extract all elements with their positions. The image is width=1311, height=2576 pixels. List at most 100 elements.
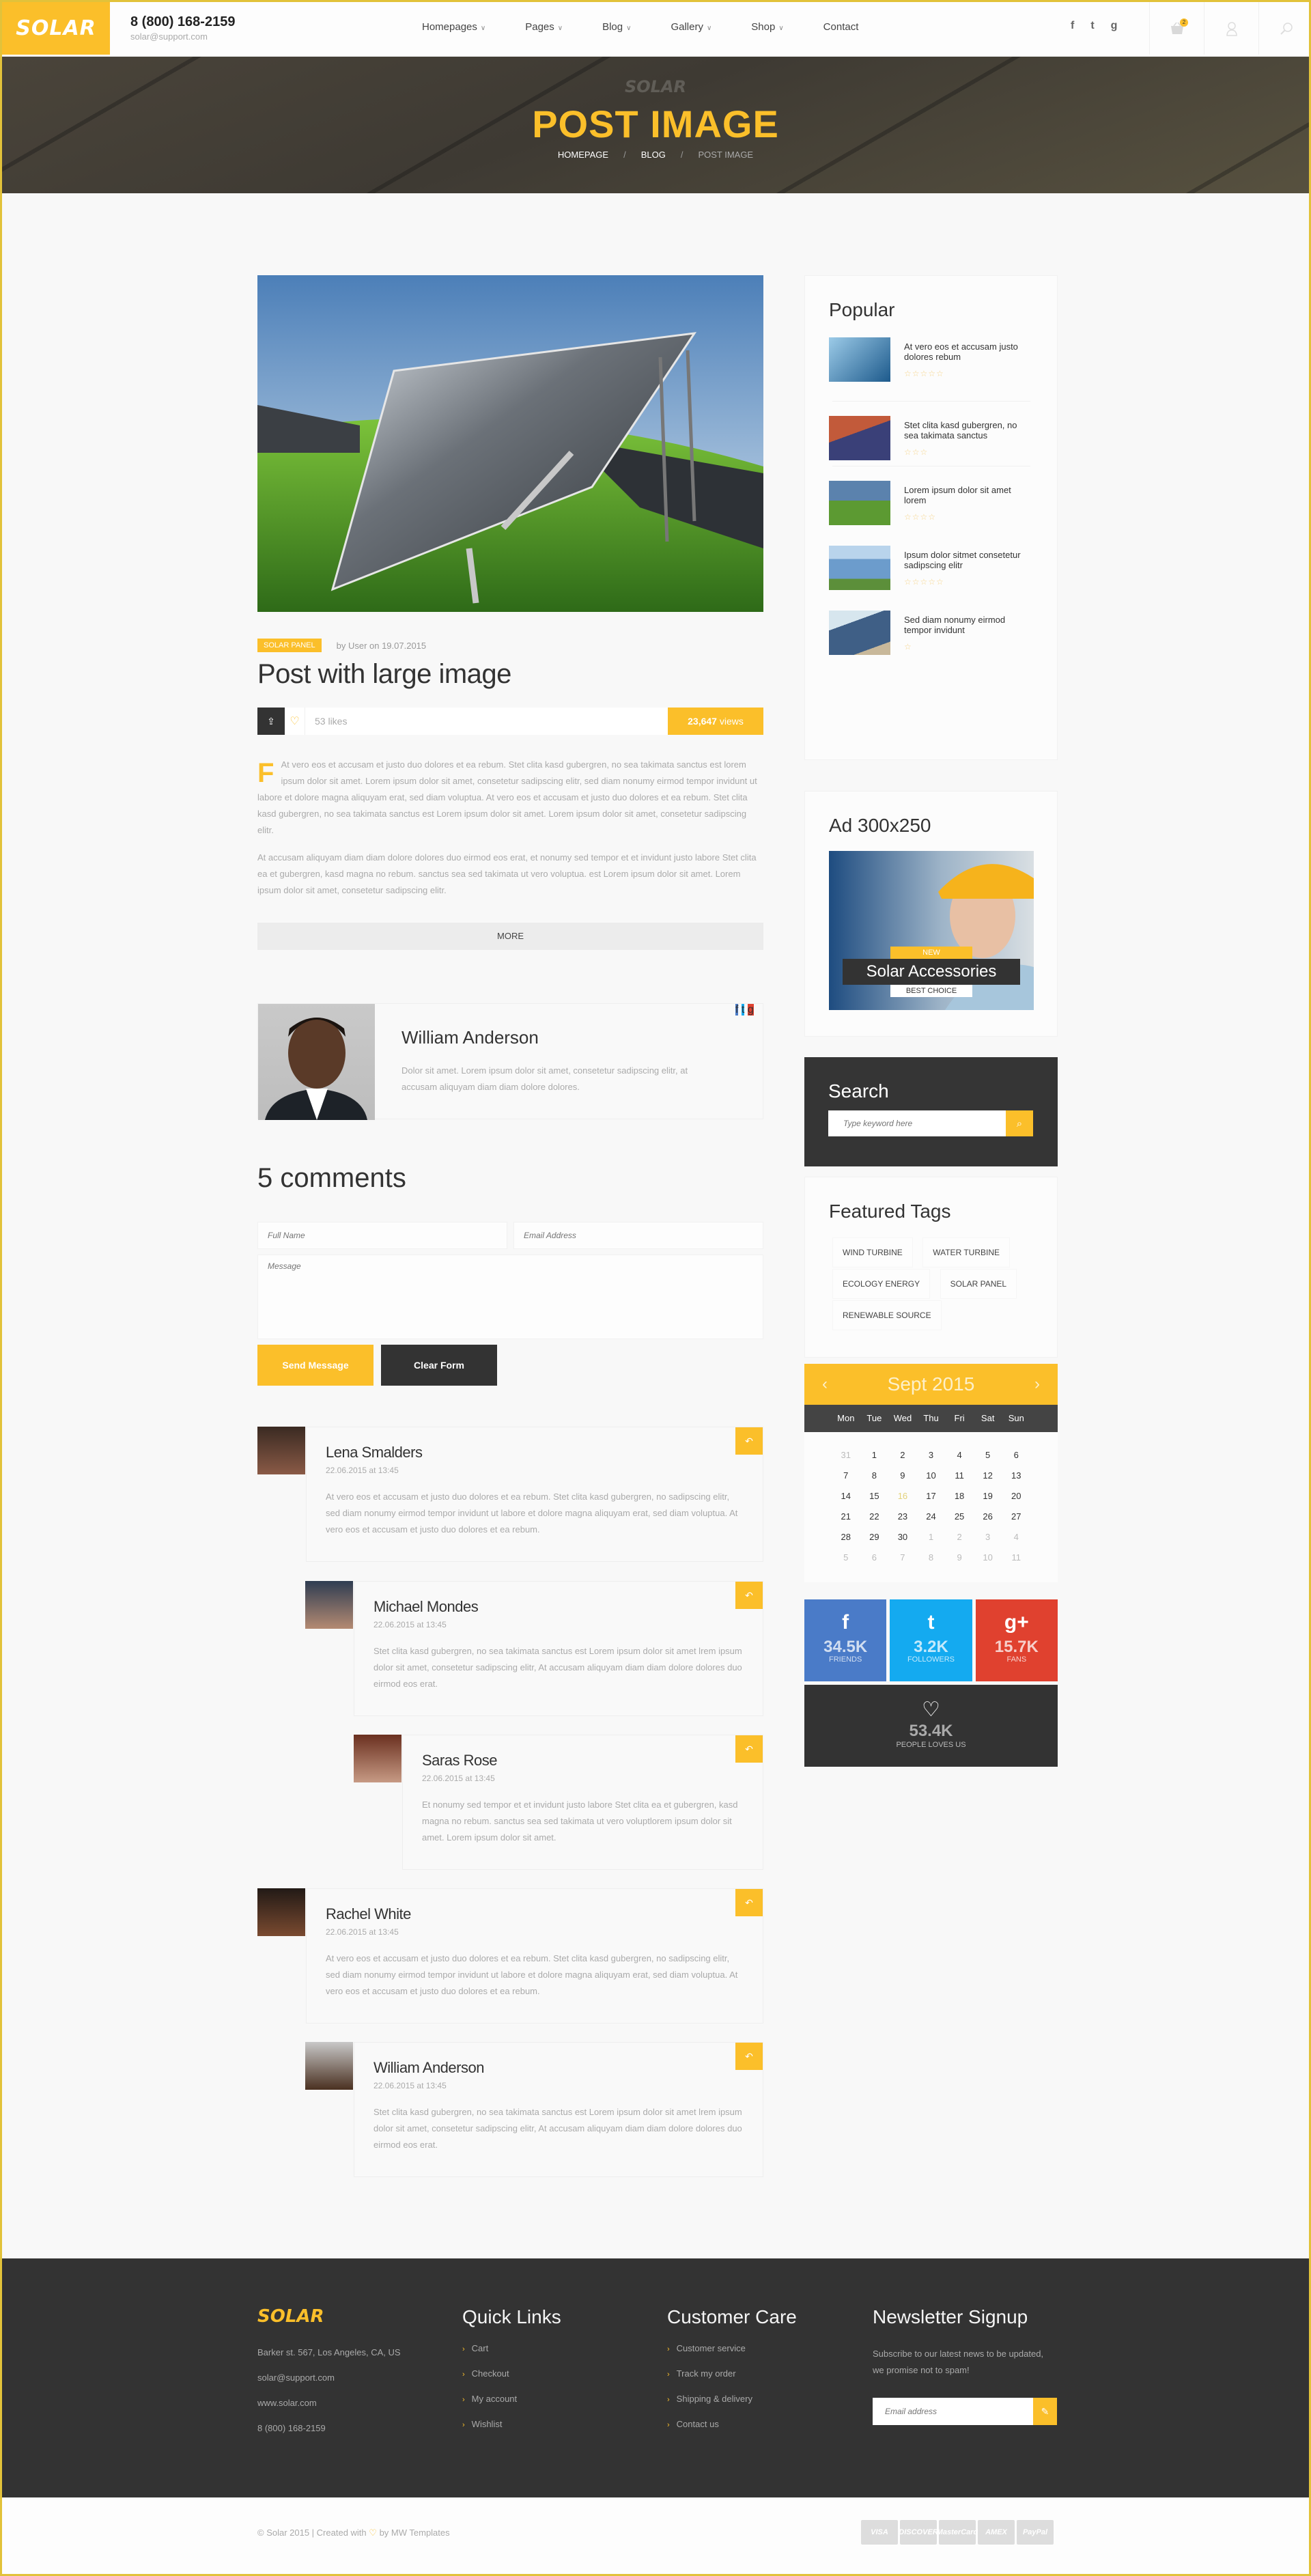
- calendar-day[interactable]: 22: [860, 1510, 889, 1524]
- calendar-day[interactable]: 2: [888, 1448, 917, 1462]
- popular-item[interactable]: Lorem ipsum dolor sit amet lorem ☆☆☆☆: [829, 481, 1034, 542]
- newsletter-email-input[interactable]: [873, 2398, 1033, 2425]
- nav-blog[interactable]: Blog ∨: [602, 21, 631, 33]
- calendar-day[interactable]: 27: [1002, 1510, 1030, 1524]
- facebook-icon[interactable]: f: [735, 1004, 739, 1016]
- sidebar-search-button[interactable]: ⌕: [1006, 1110, 1033, 1136]
- tag-wind-turbine[interactable]: WIND TURBINE: [832, 1237, 913, 1268]
- calendar-day[interactable]: 29: [860, 1530, 889, 1544]
- calendar-day[interactable]: 12: [974, 1469, 1002, 1483]
- calendar-day[interactable]: 17: [917, 1489, 946, 1503]
- reply-button[interactable]: ↶: [735, 1889, 763, 1916]
- tag-ecology-energy[interactable]: ECOLOGY ENERGY: [832, 1269, 931, 1299]
- full-name-input[interactable]: [257, 1222, 507, 1249]
- calendar-day[interactable]: 24: [917, 1510, 946, 1524]
- clear-form-button[interactable]: Clear Form: [381, 1345, 497, 1386]
- popular-item[interactable]: At vero eos et accusam justo dolores reb…: [829, 337, 1034, 399]
- calendar-day[interactable]: 14: [832, 1489, 860, 1503]
- calendar-day[interactable]: 31: [832, 1448, 860, 1462]
- calendar-day[interactable]: 28: [832, 1530, 860, 1544]
- more-button[interactable]: MORE: [257, 923, 763, 950]
- calendar-day[interactable]: 26: [974, 1510, 1002, 1524]
- ad-banner[interactable]: NEW Solar Accessories BEST CHOICE: [829, 851, 1034, 1010]
- footer-link[interactable]: › Checkout: [462, 2368, 561, 2379]
- calendar-day[interactable]: 5: [832, 1551, 860, 1565]
- calendar-day[interactable]: 11: [945, 1469, 974, 1483]
- message-textarea[interactable]: [257, 1255, 763, 1339]
- footer-email[interactable]: solar@support.com: [257, 2372, 401, 2383]
- calendar-day[interactable]: 10: [974, 1551, 1002, 1565]
- calendar-day[interactable]: 20: [1002, 1489, 1030, 1503]
- calendar-prev-button[interactable]: ‹: [804, 1375, 845, 1394]
- calendar-day[interactable]: 7: [832, 1469, 860, 1483]
- social-stat-fans[interactable]: g+ 15.7K FANS: [975, 1599, 1058, 1681]
- search-button[interactable]: [1258, 2, 1311, 55]
- footer-link[interactable]: › Customer service: [667, 2343, 797, 2353]
- facebook-icon[interactable]: f: [1071, 20, 1074, 32]
- calendar-day[interactable]: 1: [860, 1448, 889, 1462]
- breadcrumb-blog[interactable]: BLOG: [641, 150, 666, 160]
- calendar-day[interactable]: 21: [832, 1510, 860, 1524]
- nav-shop[interactable]: Shop ∨: [751, 21, 783, 33]
- calendar-day[interactable]: 9: [945, 1551, 974, 1565]
- calendar-day[interactable]: 3: [917, 1448, 946, 1462]
- calendar-day[interactable]: 6: [860, 1551, 889, 1565]
- calendar-day[interactable]: 16: [888, 1489, 917, 1503]
- calendar-day[interactable]: 15: [860, 1489, 889, 1503]
- calendar-day[interactable]: 6: [1002, 1448, 1030, 1462]
- email-input[interactable]: [513, 1222, 763, 1249]
- calendar-day[interactable]: 10: [917, 1469, 946, 1483]
- google-icon[interactable]: g: [747, 1004, 754, 1016]
- reply-button[interactable]: ↶: [735, 1427, 763, 1455]
- sidebar-search-input[interactable]: [828, 1110, 1006, 1136]
- newsletter-submit-button[interactable]: ✎: [1033, 2398, 1057, 2425]
- popular-item[interactable]: Sed diam nonumy eirmod tempor invidunt ☆: [829, 611, 1034, 672]
- footer-link[interactable]: › Shipping & delivery: [667, 2394, 797, 2404]
- category-badge[interactable]: SOLAR PANEL: [257, 639, 322, 652]
- send-message-button[interactable]: Send Message: [257, 1345, 373, 1386]
- logo[interactable]: SOLAR: [2, 2, 110, 55]
- calendar-day[interactable]: 8: [917, 1551, 946, 1565]
- reply-button[interactable]: ↶: [735, 1735, 763, 1763]
- popular-item[interactable]: Ipsum dolor sitmet consetetur sadipscing…: [829, 546, 1034, 607]
- nav-homepages[interactable]: Homepages ∨: [422, 21, 485, 33]
- calendar-day[interactable]: 8: [860, 1469, 889, 1483]
- footer-link[interactable]: › Track my order: [667, 2368, 797, 2379]
- calendar-day[interactable]: 9: [888, 1469, 917, 1483]
- tag-water-turbine[interactable]: WATER TURBINE: [922, 1237, 1011, 1268]
- footer-link[interactable]: › Cart: [462, 2343, 561, 2353]
- account-button[interactable]: [1204, 2, 1258, 55]
- calendar-day[interactable]: 1: [917, 1530, 946, 1544]
- footer-link[interactable]: › Contact us: [667, 2419, 797, 2429]
- calendar-day[interactable]: 25: [945, 1510, 974, 1524]
- social-stat-friends[interactable]: f 34.5K FRIENDS: [804, 1599, 887, 1681]
- footer-link[interactable]: › Wishlist: [462, 2419, 561, 2429]
- calendar-day[interactable]: 19: [974, 1489, 1002, 1503]
- nav-gallery[interactable]: Gallery ∨: [671, 21, 711, 33]
- reply-button[interactable]: ↶: [735, 2043, 763, 2070]
- tag-solar-panel[interactable]: SOLAR PANEL: [940, 1269, 1017, 1299]
- calendar-day[interactable]: 11: [1002, 1551, 1030, 1565]
- share-button[interactable]: ⇪: [257, 708, 285, 735]
- footer-link[interactable]: › My account: [462, 2394, 561, 2404]
- calendar-day[interactable]: 5: [974, 1448, 1002, 1462]
- nav-pages[interactable]: Pages ∨: [525, 21, 563, 33]
- calendar-day[interactable]: 2: [945, 1530, 974, 1544]
- google-icon[interactable]: g: [1111, 20, 1118, 32]
- calendar-day[interactable]: 7: [888, 1551, 917, 1565]
- tag-renewable-source[interactable]: RENEWABLE SOURCE: [832, 1300, 942, 1330]
- calendar-day[interactable]: 3: [974, 1530, 1002, 1544]
- breadcrumb-homepage[interactable]: HOMEPAGE: [558, 150, 608, 160]
- calendar-day[interactable]: 18: [945, 1489, 974, 1503]
- calendar-day[interactable]: 13: [1002, 1469, 1030, 1483]
- calendar-day[interactable]: 30: [888, 1530, 917, 1544]
- calendar-day[interactable]: 23: [888, 1510, 917, 1524]
- twitter-icon[interactable]: t: [1090, 20, 1094, 32]
- social-stat-followers[interactable]: t 3.2K FOLLOWERS: [890, 1599, 972, 1681]
- popular-item[interactable]: Stet clita kasd gubergren, no sea takima…: [829, 416, 1034, 477]
- nav-contact[interactable]: Contact: [823, 21, 859, 33]
- calendar-next-button[interactable]: ›: [1017, 1375, 1058, 1394]
- calendar-day[interactable]: 4: [945, 1448, 974, 1462]
- twitter-icon[interactable]: t: [741, 1004, 745, 1016]
- calendar-day[interactable]: 4: [1002, 1530, 1030, 1544]
